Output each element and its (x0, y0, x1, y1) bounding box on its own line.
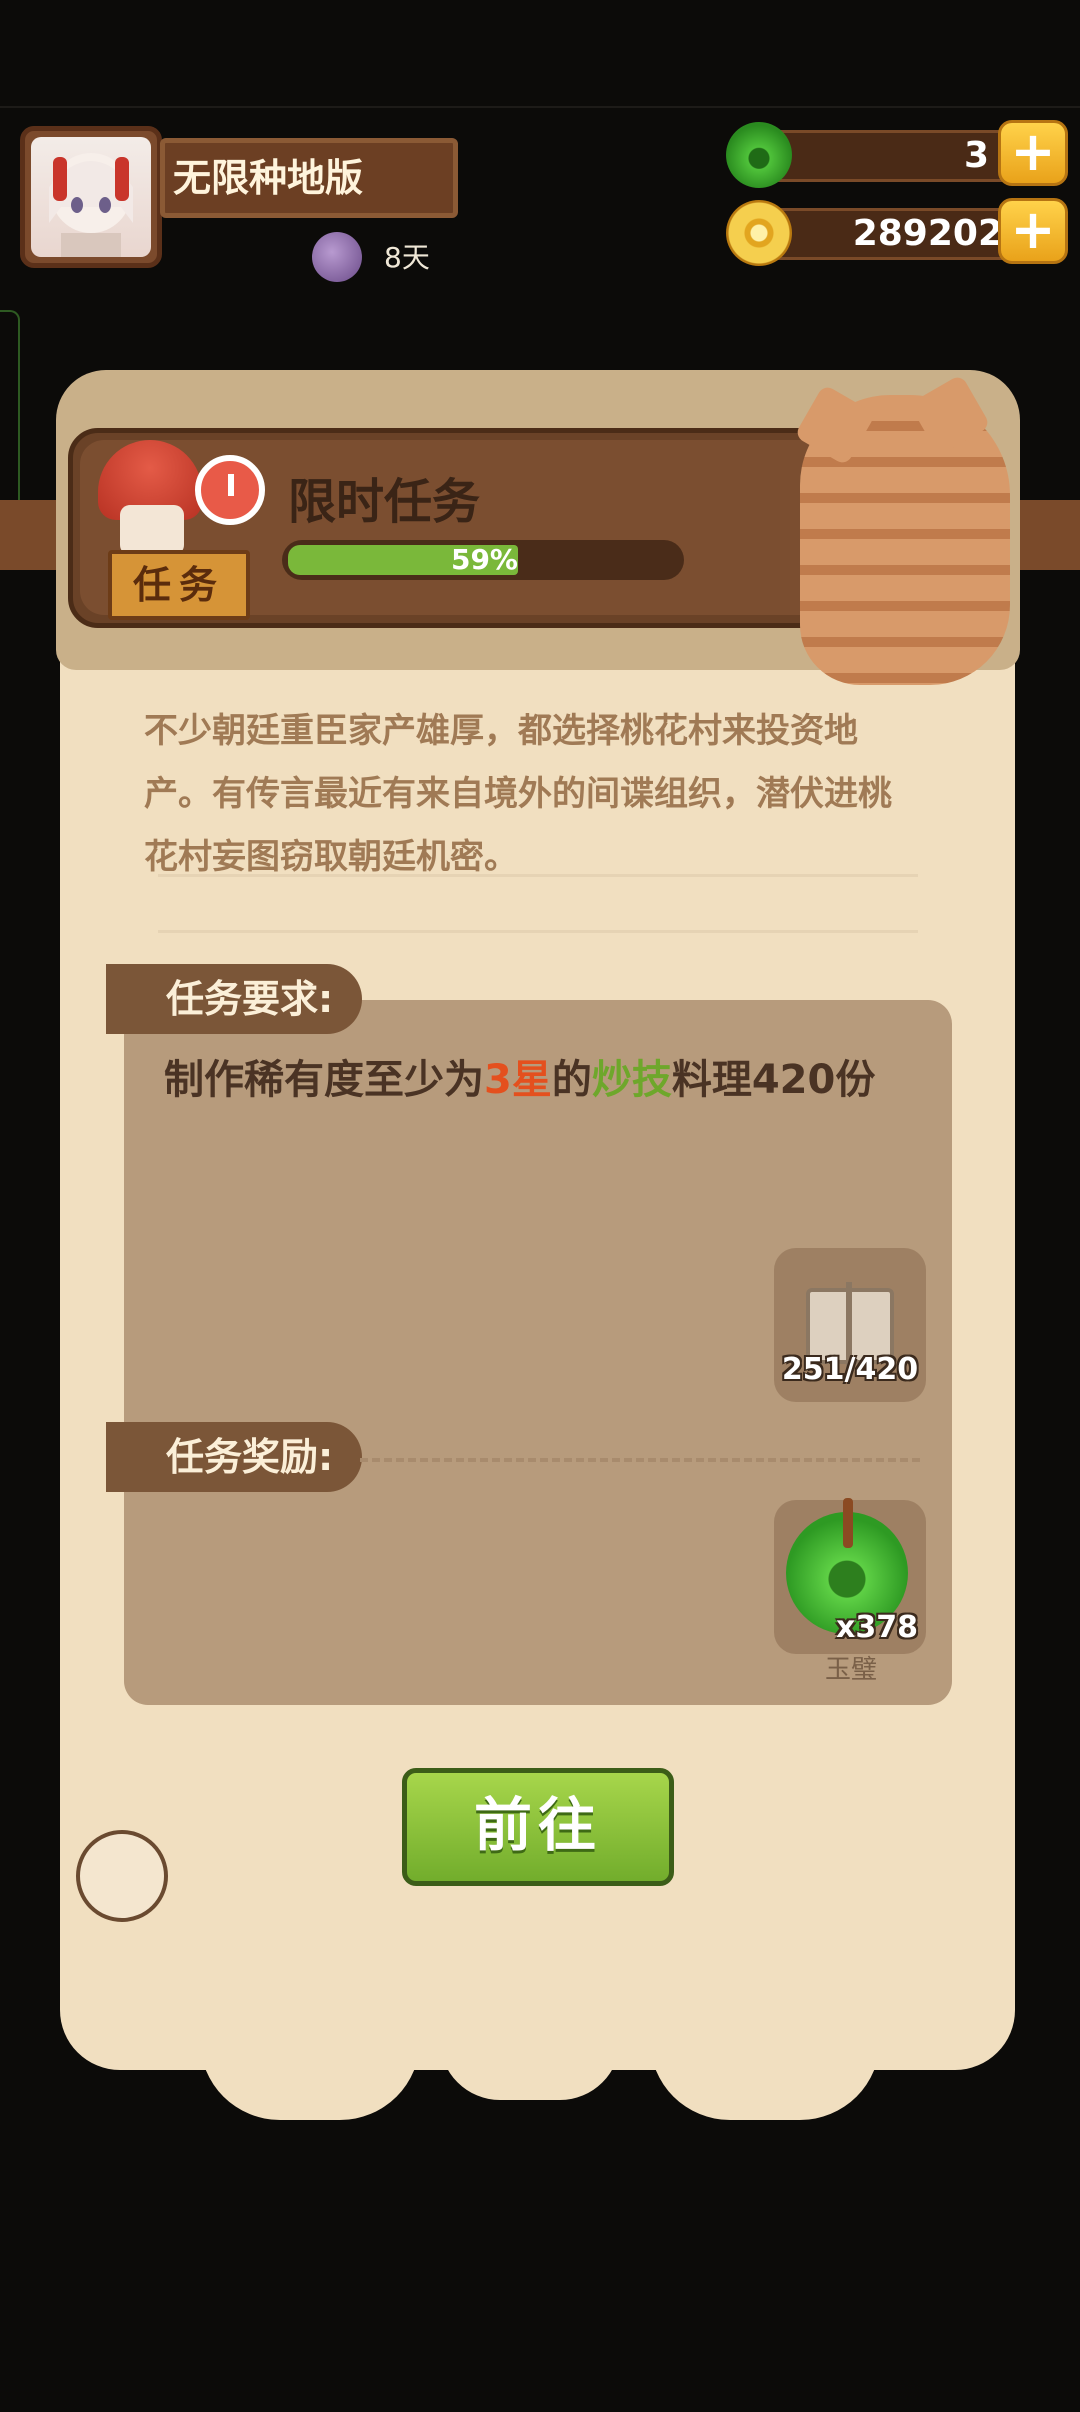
coin-icon (726, 200, 792, 266)
reward-name: 玉璧 (824, 1655, 877, 1685)
scroll-drip (440, 2040, 620, 2100)
scroll-drip (200, 2040, 420, 2120)
requirement-text: 制作稀有度至少为3星的炒技料理420份 (164, 1052, 904, 1108)
divider (158, 874, 918, 877)
mushroom-stem (120, 505, 184, 555)
scroll-drip (650, 2040, 880, 2120)
category-highlight: 炒技 (591, 1057, 672, 1103)
add-coin-button[interactable]: + (998, 198, 1068, 264)
requirement-prefix: 制作稀有度至少为 (164, 1057, 484, 1103)
progress-label: 59% (450, 543, 518, 576)
requirement-header: 任务要求: (106, 964, 362, 1034)
panel-title: 限时任务 (288, 474, 481, 530)
jade-icon (726, 122, 792, 188)
requirement-suffix: 料理420份 (671, 1057, 876, 1103)
clock-hand (228, 474, 234, 496)
task-description: 不少朝廷重臣家产雄厚，都选择桃花村来投资地产。有传言最近有来自境外的间谍组织，潜… (144, 711, 892, 877)
scroll-curl (76, 1830, 168, 1922)
add-jade-button[interactable]: + (998, 120, 1068, 186)
player-avatar[interactable] (20, 126, 162, 268)
jade-string (843, 1498, 853, 1548)
requirement-middle: 的 (551, 1057, 592, 1103)
rarity-highlight: 3星 (484, 1057, 552, 1103)
dashed-divider (360, 1458, 920, 1462)
reward-header: 任务奖励: (106, 1422, 362, 1492)
divider (158, 930, 918, 933)
task-tag-label: 任务 (108, 550, 250, 620)
go-button[interactable]: 前往 (402, 1768, 674, 1886)
requirement-progress: 251/420 (781, 1352, 919, 1387)
top-divider (0, 106, 1080, 108)
vip-badge-icon[interactable] (312, 232, 362, 282)
days-count: 8天 (384, 241, 430, 274)
player-name: 无限种地版 (160, 138, 458, 218)
avatar-portrait (31, 137, 151, 257)
reward-count: x378 (836, 1610, 918, 1645)
